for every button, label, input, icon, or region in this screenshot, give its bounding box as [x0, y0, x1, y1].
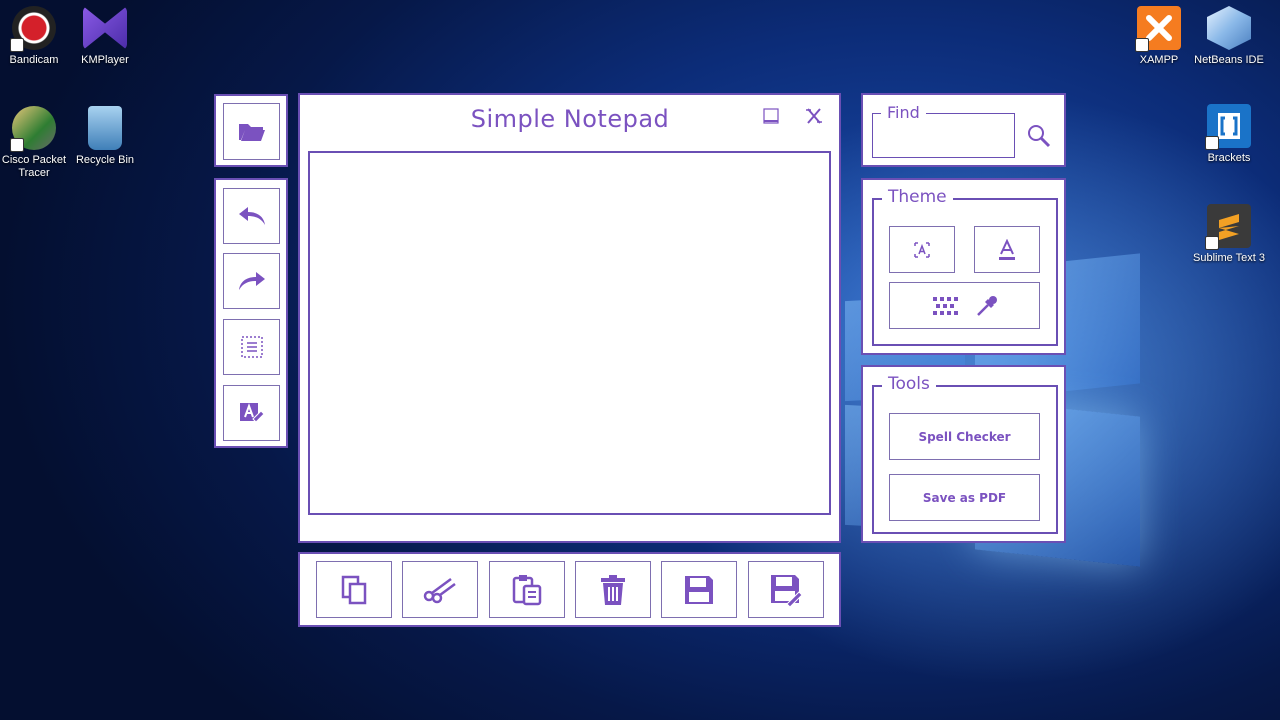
- paste-button[interactable]: [489, 561, 565, 618]
- minimize-button[interactable]: [762, 107, 784, 129]
- bottom-toolbar: [298, 552, 841, 627]
- find-panel: Find: [861, 93, 1066, 167]
- desktop-icon-label: Cisco Packet Tracer: [1, 154, 67, 179]
- font-color-button[interactable]: [974, 226, 1040, 273]
- font-edit-icon: [239, 403, 265, 423]
- tools-group: Tools Spell Checker Save as PDF: [872, 374, 1058, 534]
- close-button[interactable]: [805, 107, 827, 129]
- desktop-icon-netbeans[interactable]: NetBeans IDE: [1189, 6, 1269, 67]
- save-as-pdf-button[interactable]: Save as PDF: [889, 474, 1040, 521]
- close-icon: [806, 108, 822, 124]
- theme-panel: Theme: [861, 178, 1066, 355]
- kmplayer-icon: [83, 6, 127, 50]
- netbeans-icon: [1207, 6, 1251, 50]
- desktop-icon-label: XAMPP: [1139, 54, 1179, 66]
- open-button[interactable]: [223, 103, 280, 160]
- left-toolbar: [214, 178, 288, 448]
- main-window: Simple Notepad: [298, 93, 841, 543]
- redo-button[interactable]: [223, 253, 280, 309]
- open-panel: [214, 94, 288, 167]
- font-button[interactable]: [223, 385, 280, 441]
- find-input[interactable]: [877, 120, 1011, 152]
- spell-checker-button[interactable]: Spell Checker: [889, 413, 1040, 460]
- editor-textarea[interactable]: [308, 151, 831, 515]
- save-as-icon: [771, 574, 803, 607]
- text-highlight-icon: [914, 241, 930, 258]
- sublime-text-icon: [1205, 204, 1251, 250]
- xampp-icon: [1135, 6, 1181, 52]
- pattern-icon: [932, 296, 958, 315]
- select-all-icon: [240, 336, 263, 358]
- save-button[interactable]: [661, 561, 737, 618]
- cisco-packet-tracer-icon: [10, 106, 56, 152]
- tools-panel: Tools Spell Checker Save as PDF: [861, 365, 1066, 543]
- open-folder-icon: [238, 123, 265, 141]
- desktop-icon-kmplayer[interactable]: KMPlayer: [65, 6, 145, 67]
- find-group: Find: [872, 103, 1015, 158]
- delete-button[interactable]: [575, 561, 651, 618]
- undo-icon: [238, 207, 265, 225]
- tools-label: Tools: [882, 374, 936, 394]
- minimize-icon: [763, 108, 779, 124]
- desktop-icon-bandicam[interactable]: Bandicam: [0, 6, 74, 67]
- font-color-icon: [999, 238, 1015, 260]
- search-icon: [1028, 125, 1051, 148]
- save-as-button[interactable]: [748, 561, 824, 618]
- theme-group: Theme: [872, 187, 1058, 346]
- delete-icon: [601, 574, 625, 605]
- desktop-icon-label: KMPlayer: [81, 54, 129, 66]
- background-color-button[interactable]: [889, 226, 955, 273]
- redo-icon: [238, 272, 265, 290]
- cut-button[interactable]: [402, 561, 478, 618]
- desktop-icon-xampp[interactable]: XAMPP: [1119, 6, 1199, 67]
- save-icon: [685, 575, 713, 604]
- desktop-icon-label: Recycle Bin: [75, 154, 135, 166]
- desktop-icon-label: Sublime Text 3: [1193, 252, 1265, 264]
- copy-icon: [341, 575, 367, 604]
- paste-icon: [512, 574, 542, 605]
- copy-button[interactable]: [316, 561, 392, 618]
- window-title: Simple Notepad: [470, 105, 670, 133]
- cut-icon: [423, 577, 456, 603]
- desktop-icon-recycle-bin[interactable]: Recycle Bin: [65, 106, 145, 167]
- desktop-icon-sublime-text[interactable]: Sublime Text 3: [1189, 204, 1269, 265]
- bandicam-icon: [10, 6, 56, 52]
- desktop-icon-label: NetBeans IDE: [1194, 54, 1264, 66]
- color-picker-button[interactable]: [889, 282, 1040, 329]
- desktop-icon-label: Bandicam: [9, 54, 59, 66]
- desktop-icon-label: Brackets: [1207, 152, 1251, 164]
- select-all-button[interactable]: [223, 319, 280, 375]
- eyedropper-icon: [976, 295, 997, 316]
- desktop-icon-cisco-packet-tracer[interactable]: Cisco Packet Tracer: [0, 106, 74, 180]
- recycle-bin-icon: [88, 106, 122, 150]
- theme-label: Theme: [882, 187, 953, 207]
- undo-button[interactable]: [223, 188, 280, 244]
- desktop-icon-brackets[interactable]: Brackets: [1189, 104, 1269, 165]
- brackets-icon: [1205, 104, 1251, 150]
- search-button[interactable]: [1026, 123, 1054, 151]
